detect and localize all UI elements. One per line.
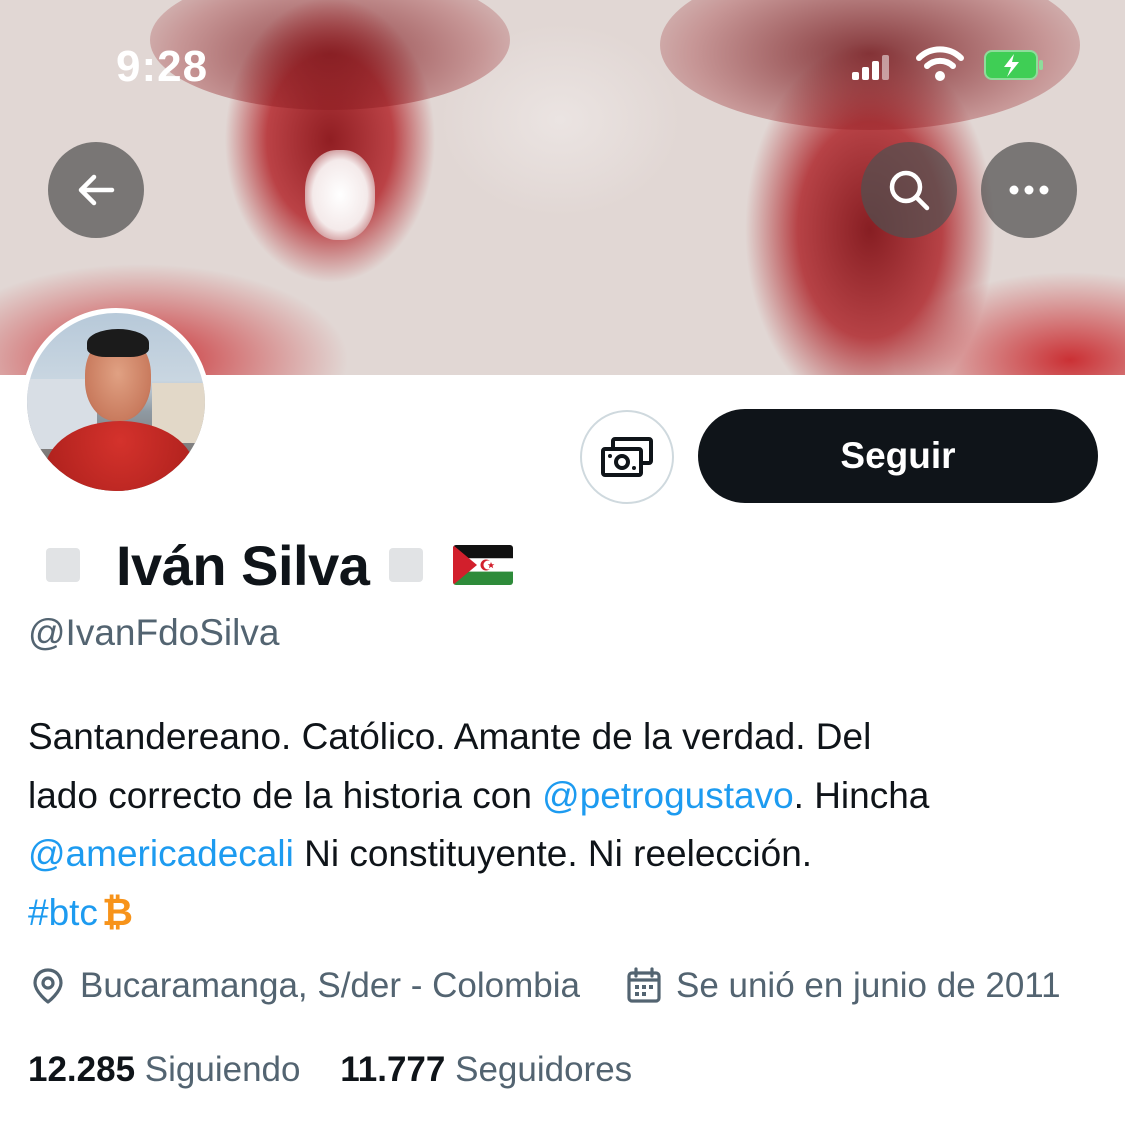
search-button[interactable] [861, 142, 957, 238]
display-name: Iván Silva [116, 533, 370, 597]
bitcoin-icon: ₿ [101, 891, 133, 934]
arrow-left-icon [78, 174, 115, 206]
battery-charging-icon [984, 50, 1043, 80]
cellular-signal-icon [852, 54, 890, 80]
bio-line: lado correcto de la historia con @petrog… [28, 767, 1103, 826]
bio-text: . Hincha [793, 774, 930, 816]
tip-money-icon [601, 437, 653, 477]
location-pin-icon [33, 968, 63, 1004]
bio-line: #btc ₿ [28, 884, 1103, 943]
hashtag-link-btc[interactable]: #btc [28, 892, 98, 933]
location-text: Bucaramanga, S/der - Colombia [80, 966, 580, 1005]
display-name-row: Iván Silva [46, 530, 514, 600]
status-bar-time: 9:28 [116, 42, 209, 91]
bio-line: Santandereano. Católico. Amante de la ve… [28, 716, 872, 757]
profile-handle: @IvanFdoSilva [28, 612, 280, 653]
back-button[interactable] [48, 142, 144, 238]
joined-text: Se unió en junio de 2011 [675, 966, 1061, 1005]
followers-label: Seguidores [455, 1050, 633, 1089]
emoji-placeholder-icon [46, 548, 80, 582]
bio-text: lado correcto de la historia con [28, 774, 543, 816]
followers-stat[interactable]: 11.777 Seguidores [340, 1050, 632, 1090]
profile-stats: 12.285 Siguiendo 11.777 Seguidores [28, 1050, 662, 1090]
avatar[interactable] [22, 308, 210, 496]
bio-line: @americadecali Ni constituyente. Ni reel… [28, 825, 1103, 884]
more-icon [1009, 185, 1049, 195]
banner-shape [305, 150, 375, 240]
following-count: 12.285 [28, 1050, 136, 1089]
location-item: Bucaramanga, S/der - Colombia [28, 966, 580, 1006]
wifi-icon [916, 46, 964, 81]
tip-button[interactable] [580, 410, 674, 504]
more-options-button[interactable] [981, 142, 1077, 238]
following-label: Siguiendo [144, 1050, 301, 1089]
profile-meta: Bucaramanga, S/der - Colombia Se unió en… [28, 962, 1061, 1010]
following-stat[interactable]: 12.285 Siguiendo [28, 1050, 301, 1090]
profile-bio: Santandereano. Católico. Amante de la ve… [28, 708, 1103, 942]
bio-text: Ni constituyente. Ni reelección. [293, 833, 813, 874]
joined-item: Se unió en junio de 2011 [624, 966, 1061, 1006]
calendar-icon [627, 967, 661, 1003]
sahrawi-flag-icon [453, 545, 514, 585]
followers-count: 11.777 [340, 1050, 446, 1089]
mention-link-americadecali[interactable]: @americadecali [28, 833, 294, 874]
emoji-placeholder-icon [389, 548, 424, 582]
follow-button[interactable]: Seguir [698, 409, 1098, 503]
avatar-image [27, 313, 205, 491]
mention-link-petrogustavo[interactable]: @petrogustavo [542, 775, 793, 816]
search-icon [889, 170, 930, 211]
